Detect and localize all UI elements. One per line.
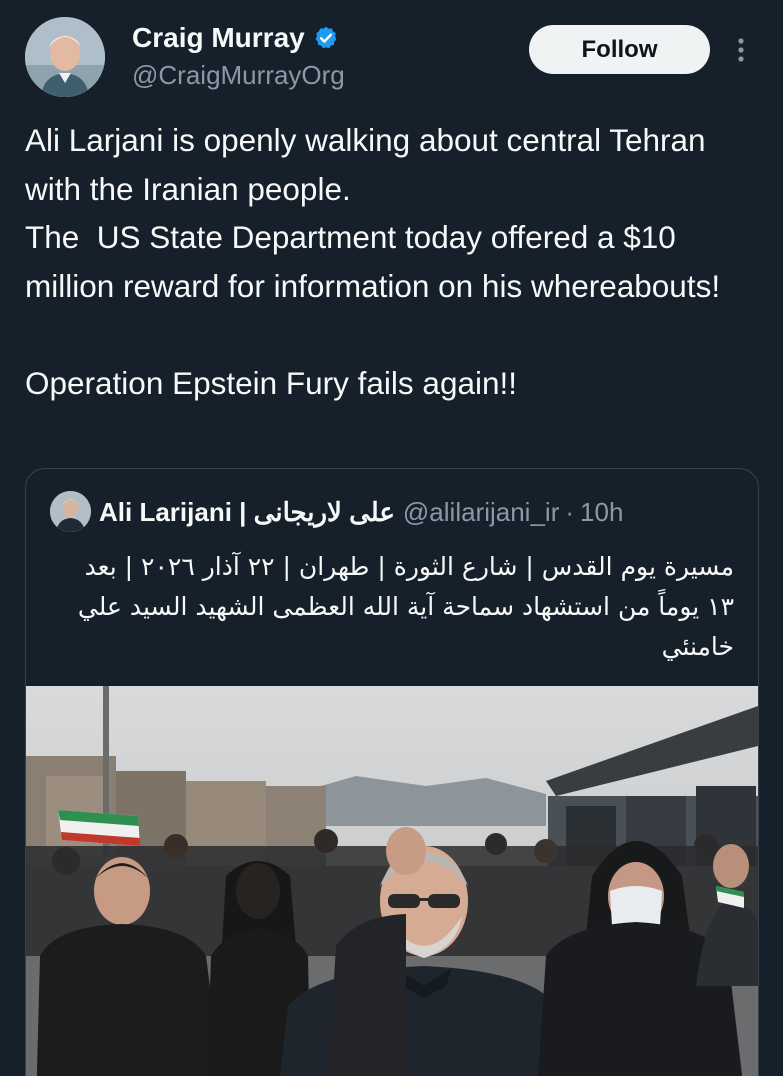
author-name-row[interactable]: Craig Murray bbox=[132, 20, 339, 56]
author-avatar-image bbox=[25, 17, 105, 97]
tweet-text: Ali Larjani is openly walking about cent… bbox=[25, 122, 721, 401]
author-avatar[interactable] bbox=[25, 17, 105, 97]
tweet-card: Craig Murray @CraigMurrayOrg Follow Ali … bbox=[0, 0, 783, 1076]
follow-button[interactable]: Follow bbox=[529, 25, 710, 74]
separator-dot: · bbox=[565, 496, 575, 527]
photo-scene bbox=[26, 686, 758, 1076]
street-march-photo[interactable] bbox=[26, 686, 758, 1076]
quoted-text: مسيرة يوم القدس | شارع الثورة | طهران | … bbox=[77, 552, 734, 661]
more-vertical-icon[interactable] bbox=[734, 36, 748, 64]
quoted-avatar-image bbox=[50, 491, 91, 532]
quoted-author-name[interactable]: Ali Larijani | علی لاریجانی bbox=[99, 497, 395, 528]
verified-badge-icon bbox=[315, 26, 337, 49]
author-handle[interactable]: @CraigMurrayOrg bbox=[132, 58, 345, 92]
quoted-author-handle[interactable]: @alilarijani_ir bbox=[403, 497, 559, 528]
author-name[interactable]: Craig Murray bbox=[132, 20, 305, 56]
quoted-header: Ali Larijani | علی لاریجانی @alilarijani… bbox=[99, 493, 623, 531]
quoted-author-avatar[interactable] bbox=[50, 491, 91, 532]
quoted-tweet[interactable]: Ali Larijani | علی لاریجانی @alilarijani… bbox=[25, 468, 759, 1076]
quoted-timestamp[interactable]: 10h bbox=[580, 497, 623, 528]
